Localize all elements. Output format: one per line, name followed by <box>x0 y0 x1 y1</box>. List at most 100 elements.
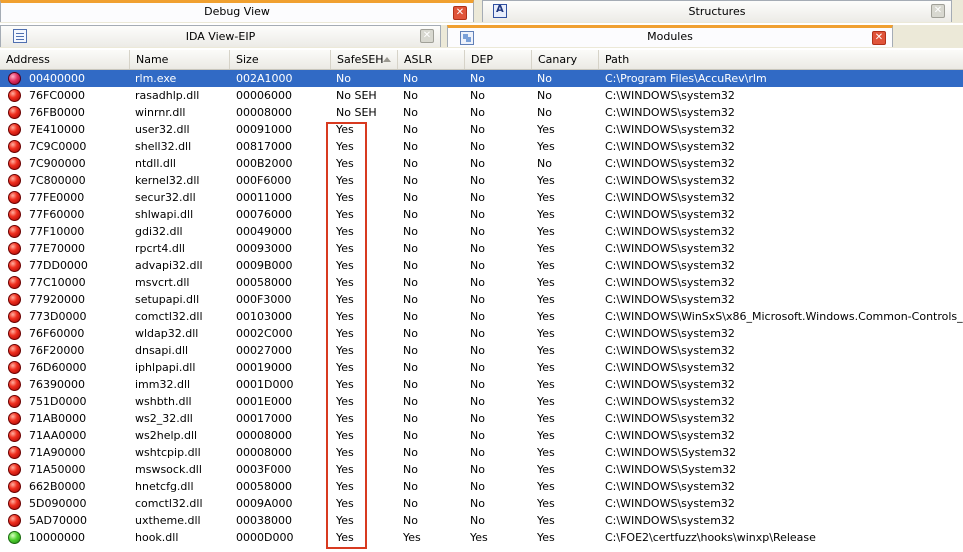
column-header-dep[interactable]: DEP <box>465 50 532 69</box>
table-row[interactable]: 7C800000 kernel32.dll 000F6000 Yes No No Yes C:… <box>0 172 963 189</box>
table-row[interactable]: 10000000 hook.dll 0000D000 Yes Yes Yes Yes C:\F… <box>0 529 963 546</box>
status-red-icon <box>8 412 21 425</box>
cell-dep: No <box>470 344 485 357</box>
cell-name: kernel32.dll <box>135 174 200 187</box>
table-row[interactable]: 77C10000 msvcrt.dll 00058000 Yes No No Yes C:\W… <box>0 274 963 291</box>
table-row[interactable]: 77DD0000 advapi32.dll 0009B000 Yes No No Yes C:… <box>0 257 963 274</box>
cell-path: C:\WINDOWS\WinSxS\x86_Microsoft.Windows.… <box>605 310 963 323</box>
column-header-canary[interactable]: Canary <box>532 50 599 69</box>
table-row[interactable]: 00400000 rlm.exe 002A1000 No No No No C:\Progra… <box>0 70 963 87</box>
cell-name: ntdll.dll <box>135 157 176 170</box>
table-row[interactable]: 71AB0000 ws2_32.dll 00017000 Yes No No Yes C:\W… <box>0 410 963 427</box>
cell-size: 0001E000 <box>236 395 292 408</box>
table-row[interactable]: 5D090000 comctl32.dll 0009A000 Yes No No Yes C:… <box>0 495 963 512</box>
cell-address: 77FE0000 <box>29 191 85 204</box>
cell-name: ws2help.dll <box>135 429 198 442</box>
cell-name: wshtcpip.dll <box>135 446 201 459</box>
cell-dep: No <box>470 157 485 170</box>
column-header-aslr[interactable]: ASLR <box>398 50 465 69</box>
tab-debug-view[interactable]: Debug View ✕ <box>0 0 474 22</box>
tab-structures[interactable]: Structures ✕ <box>482 0 952 22</box>
status-red-icon <box>8 242 21 255</box>
cell-path: C:\WINDOWS\system32 <box>605 293 735 306</box>
cell-safeseh: Yes <box>336 242 354 255</box>
cell-dep: No <box>470 293 485 306</box>
cell-canary: Yes <box>537 123 555 136</box>
cell-aslr: No <box>403 89 418 102</box>
status-red-icon <box>8 463 21 476</box>
table-row[interactable]: 76D60000 iphlpapi.dll 00019000 Yes No No Yes C:… <box>0 359 963 376</box>
cell-safeseh: Yes <box>336 429 354 442</box>
tab-structures-label: Structures <box>688 5 746 18</box>
status-red-icon <box>8 191 21 204</box>
table-row[interactable]: 7C9C0000 shell32.dll 00817000 Yes No No Yes C:\… <box>0 138 963 155</box>
table-row[interactable]: 5AD70000 uxtheme.dll 00038000 Yes No No Yes C:\… <box>0 512 963 529</box>
table-row[interactable]: 71A50000 mswsock.dll 0003F000 Yes No No Yes C:\… <box>0 461 963 478</box>
table-row[interactable]: 77920000 setupapi.dll 000F3000 Yes No No Yes C:… <box>0 291 963 308</box>
cell-safeseh: Yes <box>336 191 354 204</box>
cell-size: 00019000 <box>236 361 292 374</box>
column-header-address[interactable]: Address <box>0 50 130 69</box>
cell-dep: No <box>470 514 485 527</box>
close-icon[interactable]: ✕ <box>420 29 434 43</box>
cell-path: C:\WINDOWS\system32 <box>605 157 735 170</box>
column-header-label: Canary <box>538 53 578 66</box>
cell-safeseh: Yes <box>336 480 354 493</box>
table-row[interactable]: 76F60000 wldap32.dll 0002C000 Yes No No Yes C:\… <box>0 325 963 342</box>
table-row[interactable]: 77F60000 shlwapi.dll 00076000 Yes No No Yes C:\… <box>0 206 963 223</box>
tab-ida-view-eip[interactable]: IDA View-EIP ✕ <box>0 25 441 47</box>
cell-canary: Yes <box>537 225 555 238</box>
cell-dep: No <box>470 191 485 204</box>
cell-name: gdi32.dll <box>135 225 183 238</box>
cell-canary: Yes <box>537 191 555 204</box>
column-header-safeseh[interactable]: SafeSEH <box>331 50 398 69</box>
table-row[interactable]: 662B0000 hnetcfg.dll 00058000 Yes No No Yes C:\… <box>0 478 963 495</box>
column-header-size[interactable]: Size <box>230 50 331 69</box>
cell-path: C:\WINDOWS\system32 <box>605 514 735 527</box>
table-row[interactable]: 773D0000 comctl32.dll 00103000 Yes No No Yes C:… <box>0 308 963 325</box>
cell-safeseh: Yes <box>336 157 354 170</box>
column-header-path[interactable]: Path <box>599 50 963 69</box>
cell-address: 77C10000 <box>29 276 86 289</box>
cell-safeseh: No SEH <box>336 89 377 102</box>
close-icon[interactable]: ✕ <box>453 6 467 20</box>
cell-canary: Yes <box>537 412 555 425</box>
cell-name: wshbth.dll <box>135 395 192 408</box>
cell-canary: Yes <box>537 361 555 374</box>
table-row[interactable]: 76F20000 dnsapi.dll 00027000 Yes No No Yes C:\W… <box>0 342 963 359</box>
table-row[interactable]: 77F10000 gdi32.dll 00049000 Yes No No Yes C:\WI… <box>0 223 963 240</box>
table-row[interactable]: 77FE0000 secur32.dll 00011000 Yes No No Yes C:\… <box>0 189 963 206</box>
cell-address: 76FB0000 <box>29 106 85 119</box>
cell-size: 00008000 <box>236 106 292 119</box>
close-icon[interactable]: ✕ <box>872 31 886 45</box>
table-row[interactable]: 76FB0000 winrnr.dll 00008000 No SEH No No No C:… <box>0 104 963 121</box>
cell-dep: No <box>470 140 485 153</box>
tab-modules[interactable]: Modules ✕ <box>447 25 893 47</box>
cell-address: 77F60000 <box>29 208 85 221</box>
cell-address: 7E410000 <box>29 123 85 136</box>
table-row[interactable]: 751D0000 wshbth.dll 0001E000 Yes No No Yes C:\W… <box>0 393 963 410</box>
table-row[interactable]: 77E70000 rpcrt4.dll 00093000 Yes No No Yes C:\W… <box>0 240 963 257</box>
cell-path: C:\WINDOWS\system32 <box>605 395 735 408</box>
close-icon[interactable]: ✕ <box>931 4 945 18</box>
cell-path: C:\WINDOWS\system32 <box>605 429 735 442</box>
cell-size: 00058000 <box>236 276 292 289</box>
cell-canary: Yes <box>537 497 555 510</box>
table-row[interactable]: 7C900000 ntdll.dll 000B2000 Yes No No No C:\WIN… <box>0 155 963 172</box>
column-header-label: Address <box>6 53 50 66</box>
cell-path: C:\WINDOWS\System32 <box>605 463 737 476</box>
table-row[interactable]: 71AA0000 ws2help.dll 00008000 Yes No No Yes C:\… <box>0 427 963 444</box>
cell-path: C:\WINDOWS\system32 <box>605 123 735 136</box>
cell-name: ws2_32.dll <box>135 412 193 425</box>
cell-path: C:\WINDOWS\system32 <box>605 208 735 221</box>
cell-address: 7C900000 <box>29 157 86 170</box>
cell-aslr: No <box>403 106 418 119</box>
status-red-icon <box>8 514 21 527</box>
cell-dep: No <box>470 497 485 510</box>
table-row[interactable]: 71A90000 wshtcpip.dll 00008000 Yes No No Yes C:… <box>0 444 963 461</box>
column-header-name[interactable]: Name <box>130 50 230 69</box>
table-row[interactable]: 7E410000 user32.dll 00091000 Yes No No Yes C:\W… <box>0 121 963 138</box>
table-row[interactable]: 76FC0000 rasadhlp.dll 00006000 No SEH No No No… <box>0 87 963 104</box>
table-row[interactable]: 76390000 imm32.dll 0001D000 Yes No No Yes C:\WI… <box>0 376 963 393</box>
cell-size: 00103000 <box>236 310 292 323</box>
